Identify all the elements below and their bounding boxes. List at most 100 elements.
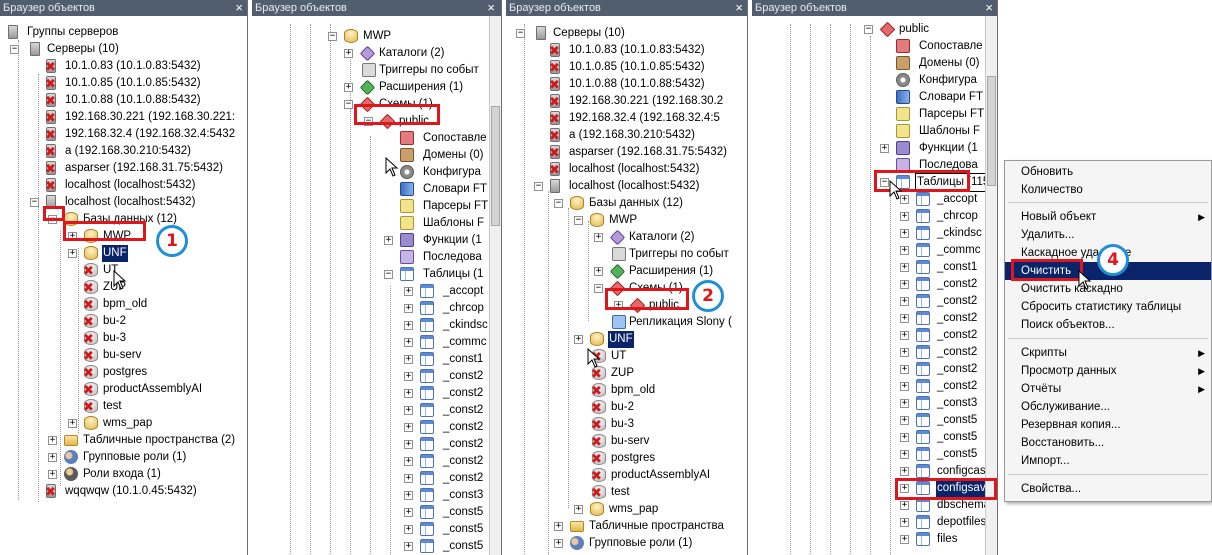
menu-item-maintenance[interactable]: Обслуживание... [1005, 398, 1211, 416]
expand-icon[interactable]: + [900, 314, 909, 323]
expand-icon[interactable]: + [554, 539, 563, 548]
tree-node-table[interactable]: + _const2 [900, 293, 978, 310]
menu-item-new-object[interactable]: Новый объект ▶ [1005, 208, 1211, 226]
vertical-scrollbar[interactable] [985, 16, 997, 555]
tree-node-fts-parsers[interactable]: Парсеры FT [400, 198, 489, 215]
expand-icon[interactable]: + [900, 263, 909, 272]
expand-icon[interactable]: + [404, 372, 413, 381]
tree-node-server[interactable]: asparser (192.168.31.75:5432) [549, 144, 728, 161]
menu-item-count[interactable]: Количество [1005, 181, 1211, 199]
tree-node-table[interactable]: + _const2 [404, 385, 484, 402]
tree-node-fts-templates[interactable]: Шаблоны F [400, 215, 485, 232]
expand-icon[interactable]: + [900, 382, 909, 391]
expand-icon[interactable]: + [554, 522, 563, 531]
menu-item-search-objects[interactable]: Поиск объектов... [1005, 316, 1211, 334]
menu-item-refresh[interactable]: Обновить [1005, 163, 1211, 181]
tree-node-catalogs[interactable]: + Каталоги (2) [594, 229, 695, 246]
tree-node-servers[interactable]: − Серверы (10) [8, 41, 120, 58]
tree-node-db[interactable]: test [591, 484, 631, 501]
tree-node-group-roles[interactable]: + Групповые роли (1) [554, 535, 693, 552]
tree-node-db[interactable]: bu-serv [591, 433, 650, 450]
tree-node-table[interactable]: + _const5 [404, 521, 484, 538]
expand-icon[interactable]: + [900, 416, 909, 425]
tree-node-table[interactable]: + _const2 [900, 276, 978, 293]
tree-node-table[interactable]: + _const5 [900, 446, 978, 463]
expand-icon[interactable]: + [344, 83, 353, 92]
scrollbar-thumb[interactable] [987, 76, 996, 186]
tree-node-table[interactable]: + depotfiles [900, 514, 987, 531]
collapse-icon[interactable]: − [534, 182, 543, 191]
tree-node-db[interactable]: bpm_old [591, 382, 656, 399]
expand-icon[interactable]: + [880, 144, 889, 153]
tree-node-table[interactable]: + _commc [404, 334, 487, 351]
tree-node-table[interactable]: + _const3 [404, 487, 484, 504]
menu-item-backup[interactable]: Резервная копия... [1005, 416, 1211, 434]
expand-icon[interactable]: + [900, 348, 909, 357]
tree-node-table[interactable]: + _const5 [900, 429, 978, 446]
tree-node-table[interactable]: + _const2 [900, 361, 978, 378]
menu-item-reports[interactable]: Отчёты ▶ [1005, 380, 1211, 398]
tree-node-tablespaces[interactable]: + Табличные пространства (2) [48, 432, 236, 449]
tree-node-fts-config[interactable]: Конфигура [400, 164, 482, 181]
collapse-icon[interactable]: − [554, 199, 563, 208]
tree-node-event-triggers[interactable]: Триггеры по событ [610, 246, 730, 263]
tree-node-event-triggers[interactable]: Триггеры по событ [360, 62, 480, 79]
tree-node-table[interactable]: + _const2 [404, 453, 484, 470]
tree-node-db[interactable]: test [83, 398, 123, 415]
menu-item-restore[interactable]: Восстановить... [1005, 434, 1211, 452]
expand-icon[interactable]: + [404, 321, 413, 330]
expand-icon[interactable]: + [574, 335, 583, 344]
tree-node-server[interactable]: asparser (192.168.31.75:5432) [45, 160, 224, 177]
tree-node-table[interactable]: + _const1 [404, 351, 484, 368]
menu-item-scripts[interactable]: Скрипты ▶ [1005, 344, 1211, 362]
tree-node-server[interactable]: 10.1.0.83 (10.1.0.83:5432) [45, 58, 202, 75]
tree-node-extensions[interactable]: + Расширения (1) [594, 263, 714, 280]
tree-node-table[interactable]: + _const2 [900, 344, 978, 361]
tree-node-table[interactable]: + _const2 [900, 310, 978, 327]
tree-node-server[interactable]: 192.168.30.221 (192.168.30.2 [549, 93, 724, 110]
expand-icon[interactable]: + [900, 297, 909, 306]
tree-node-table[interactable]: + _const2 [404, 436, 484, 453]
tree-node-table[interactable]: + _const5 [900, 412, 978, 429]
tree-node-table[interactable]: + files [900, 531, 958, 548]
tree-node-db[interactable]: productAssemblyAI [83, 381, 203, 398]
tree-node-tablespaces[interactable]: + Табличные пространства [554, 518, 725, 535]
tree-node-db[interactable]: bu-2 [591, 399, 635, 416]
close-icon[interactable]: × [235, 0, 243, 16]
tree-node-server[interactable]: localhost (localhost:5432) [45, 177, 196, 194]
collapse-icon[interactable]: − [328, 32, 337, 41]
tree-node-server[interactable]: wqqwqw (10.1.0.45:5432) [45, 483, 198, 500]
expand-icon[interactable]: + [404, 508, 413, 517]
menu-item-reset-stats[interactable]: Сбросить статистику таблицы [1005, 298, 1211, 316]
expand-icon[interactable]: + [68, 419, 77, 428]
expand-icon[interactable]: + [404, 406, 413, 415]
tree-node-server[interactable]: 192.168.32.4 (192.168.32.4:5432 [45, 126, 236, 143]
tree-node-fts-config[interactable]: Конфигура [896, 72, 978, 89]
tree-node-fts-parsers[interactable]: Парсеры FT [896, 106, 985, 123]
expand-icon[interactable]: + [404, 440, 413, 449]
tree-node-table[interactable]: + _ckindsc [404, 317, 489, 334]
expand-icon[interactable]: + [344, 49, 353, 58]
close-icon[interactable]: × [487, 0, 495, 16]
expand-icon[interactable]: + [404, 389, 413, 398]
expand-icon[interactable]: + [900, 399, 909, 408]
tree-node-table[interactable]: + _const3 [900, 395, 978, 412]
menu-item-properties[interactable]: Свойства... [1005, 480, 1211, 498]
tree-node-table[interactable]: + _const2 [404, 368, 484, 385]
tree-node-db[interactable]: + wms_pap [574, 501, 659, 518]
tree-node-server[interactable]: a (192.168.30.210:5432) [549, 127, 696, 144]
tree-node-table[interactable]: + _const2 [404, 470, 484, 487]
tree-node-functions[interactable]: + Функции (1 [384, 232, 483, 249]
tree-node-servers[interactable]: − Серверы (10) [514, 25, 626, 42]
tree-node-table[interactable]: + _ckindsc [900, 225, 983, 242]
collapse-icon[interactable]: − [384, 270, 393, 279]
tree-node-server-groups[interactable]: Группы серверов [8, 24, 119, 41]
tree-node-functions[interactable]: + Функции (1 [880, 140, 979, 157]
tree-node-server[interactable]: 10.1.0.83 (10.1.0.83:5432) [549, 42, 706, 59]
expand-icon[interactable]: + [900, 212, 909, 221]
tree-node-table[interactable]: + _const2 [900, 378, 978, 395]
tree-node-table[interactable]: + _chrcop [404, 300, 485, 317]
tree-node-fts-dictionaries[interactable]: Словари FT [896, 89, 984, 106]
tree-node-db[interactable]: bu-3 [591, 416, 635, 433]
menu-item-view-data[interactable]: Просмотр данных ▶ [1005, 362, 1211, 380]
